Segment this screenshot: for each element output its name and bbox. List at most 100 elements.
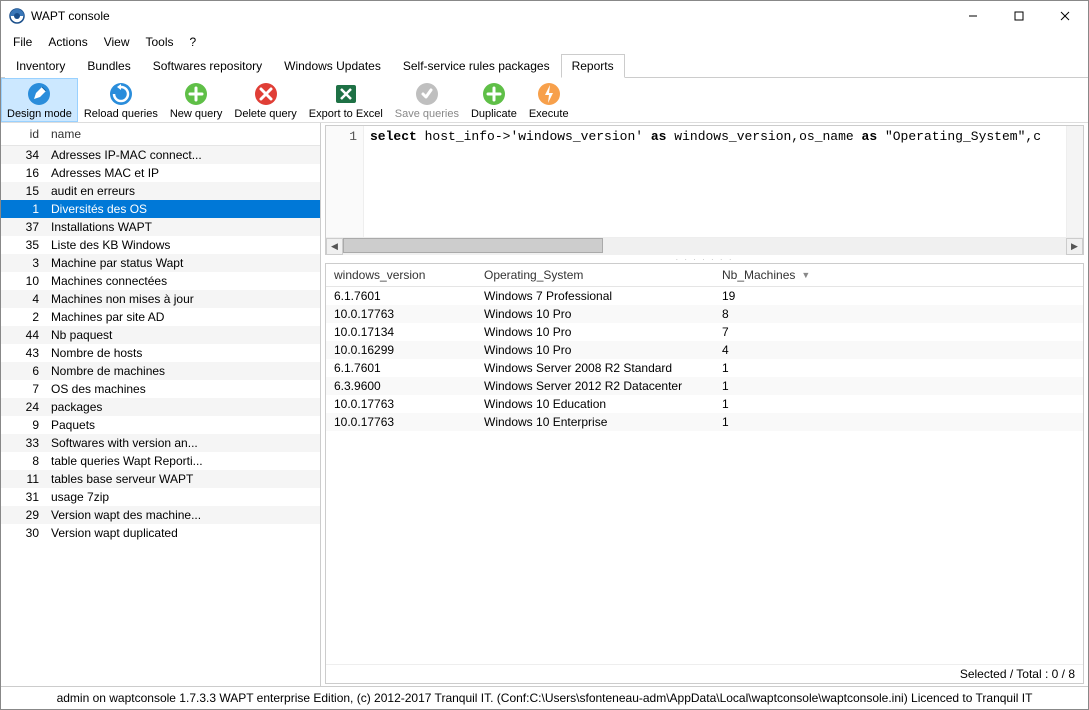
new-query-button[interactable]: New query (164, 78, 229, 122)
scroll-left-icon[interactable]: ◀ (326, 238, 343, 255)
scroll-track[interactable] (343, 238, 1066, 255)
query-row[interactable]: 10Machines connectées (1, 272, 320, 290)
reload-queries-button[interactable]: Reload queries (78, 78, 164, 122)
tab-inventory[interactable]: Inventory (5, 54, 76, 78)
result-row[interactable]: 6.1.7601Windows 7 Professional19 (326, 287, 1083, 305)
query-name: Machines non mises à jour (45, 292, 320, 306)
design-mode-button[interactable]: Design mode (1, 78, 78, 122)
query-row[interactable]: 24packages (1, 398, 320, 416)
cell-os: Windows 10 Education (476, 397, 714, 411)
cell-nb: 1 (714, 361, 910, 375)
tab-softwares-repo[interactable]: Softwares repository (142, 54, 273, 78)
splitter[interactable]: · · · · · · · (321, 255, 1088, 263)
result-row[interactable]: 10.0.17763Windows 10 Education1 (326, 395, 1083, 413)
query-row[interactable]: 3Machine par status Wapt (1, 254, 320, 272)
result-row[interactable]: 6.1.7601Windows Server 2008 R2 Standard1 (326, 359, 1083, 377)
query-name: Adresses MAC et IP (45, 166, 320, 180)
scroll-right-icon[interactable]: ▶ (1066, 238, 1083, 255)
sql-vscroll[interactable] (1066, 126, 1083, 237)
query-row[interactable]: 11tables base serveur WAPT (1, 470, 320, 488)
query-row[interactable]: 1Diversités des OS (1, 200, 320, 218)
query-row[interactable]: 15audit en erreurs (1, 182, 320, 200)
menu-tools[interactable]: Tools (138, 33, 182, 51)
add-icon (184, 82, 208, 106)
delete-query-button[interactable]: Delete query (228, 78, 302, 122)
sql-code[interactable]: select host_info->'windows_version' as w… (364, 126, 1066, 237)
col-windows-version[interactable]: windows_version (326, 264, 476, 286)
menu-help[interactable]: ? (182, 33, 205, 51)
result-row[interactable]: 10.0.17763Windows 10 Enterprise1 (326, 413, 1083, 431)
duplicate-button[interactable]: Duplicate (465, 78, 523, 122)
tab-reports[interactable]: Reports (561, 54, 625, 78)
query-row[interactable]: 2Machines par site AD (1, 308, 320, 326)
execute-button[interactable]: Execute (523, 78, 575, 122)
query-row[interactable]: 44Nb paquest (1, 326, 320, 344)
query-row[interactable]: 37Installations WAPT (1, 218, 320, 236)
menu-actions[interactable]: Actions (40, 33, 95, 51)
tab-bundles[interactable]: Bundles (76, 54, 141, 78)
queries-list[interactable]: 34Adresses IP-MAC connect...16Adresses M… (1, 146, 320, 686)
cell-windows-version: 6.1.7601 (326, 361, 476, 375)
col-header-id[interactable]: id (1, 123, 45, 145)
result-row[interactable]: 10.0.17134Windows 10 Pro7 (326, 323, 1083, 341)
query-name: Version wapt des machine... (45, 508, 320, 522)
minimize-button[interactable] (950, 1, 996, 31)
cell-windows-version: 10.0.17763 (326, 415, 476, 429)
delete-icon (254, 82, 278, 106)
cell-os: Windows 7 Professional (476, 289, 714, 303)
result-row[interactable]: 10.0.16299Windows 10 Pro4 (326, 341, 1083, 359)
query-id: 16 (1, 166, 45, 180)
col-header-name[interactable]: name (45, 123, 320, 145)
sql-editor[interactable]: 1 select host_info->'windows_version' as… (325, 125, 1084, 255)
query-id: 35 (1, 238, 45, 252)
pencil-icon (27, 82, 51, 106)
query-row[interactable]: 8table queries Wapt Reporti... (1, 452, 320, 470)
query-row[interactable]: 16Adresses MAC et IP (1, 164, 320, 182)
query-row[interactable]: 7OS des machines (1, 380, 320, 398)
col-operating-system[interactable]: Operating_System (476, 264, 714, 286)
execute-icon (537, 82, 561, 106)
cell-os: Windows Server 2012 R2 Datacenter (476, 379, 714, 393)
close-button[interactable] (1042, 1, 1088, 31)
tab-windows-updates[interactable]: Windows Updates (273, 54, 392, 78)
query-id: 30 (1, 526, 45, 540)
scroll-thumb[interactable] (343, 238, 603, 253)
cell-nb: 1 (714, 415, 910, 429)
query-id: 6 (1, 364, 45, 378)
query-row[interactable]: 35Liste des KB Windows (1, 236, 320, 254)
cell-windows-version: 10.0.17763 (326, 307, 476, 321)
query-row[interactable]: 6Nombre de machines (1, 362, 320, 380)
export-excel-button[interactable]: Export to Excel (303, 78, 389, 122)
query-name: Softwares with version an... (45, 436, 320, 450)
query-row[interactable]: 33Softwares with version an... (1, 434, 320, 452)
query-row[interactable]: 29Version wapt des machine... (1, 506, 320, 524)
query-name: Nombre de machines (45, 364, 320, 378)
query-row[interactable]: 4Machines non mises à jour (1, 290, 320, 308)
tab-self-service[interactable]: Self-service rules packages (392, 54, 561, 78)
result-row[interactable]: 10.0.17763Windows 10 Pro8 (326, 305, 1083, 323)
save-queries-button[interactable]: Save queries (389, 78, 465, 122)
query-row[interactable]: 31usage 7zip (1, 488, 320, 506)
col-nb-machines[interactable]: Nb_Machines ▼ (714, 264, 910, 286)
query-row[interactable]: 30Version wapt duplicated (1, 524, 320, 542)
query-id: 1 (1, 202, 45, 216)
query-id: 34 (1, 148, 45, 162)
result-row[interactable]: 6.3.9600Windows Server 2012 R2 Datacente… (326, 377, 1083, 395)
results-grid[interactable]: 6.1.7601Windows 7 Professional1910.0.177… (326, 287, 1083, 664)
cell-os: Windows 10 Pro (476, 325, 714, 339)
cell-windows-version: 10.0.17134 (326, 325, 476, 339)
maximize-button[interactable] (996, 1, 1042, 31)
query-row[interactable]: 34Adresses IP-MAC connect... (1, 146, 320, 164)
duplicate-icon (482, 82, 506, 106)
app-icon (9, 8, 25, 24)
query-id: 24 (1, 400, 45, 414)
sql-hscroll[interactable]: ◀ ▶ (326, 237, 1083, 254)
menu-view[interactable]: View (96, 33, 138, 51)
execute-label: Execute (529, 108, 569, 120)
menu-bar: File Actions View Tools ? (1, 31, 1088, 53)
query-id: 10 (1, 274, 45, 288)
query-row[interactable]: 9Paquets (1, 416, 320, 434)
cell-nb: 4 (714, 343, 910, 357)
query-row[interactable]: 43Nombre de hosts (1, 344, 320, 362)
menu-file[interactable]: File (5, 33, 40, 51)
